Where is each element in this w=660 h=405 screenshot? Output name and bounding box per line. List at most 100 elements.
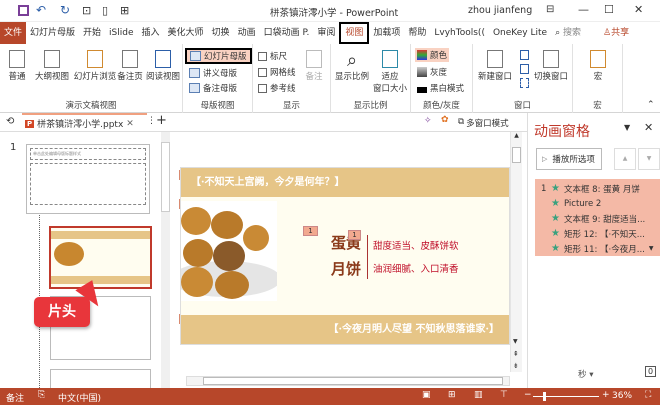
minimize-button[interactable]: — [578, 3, 589, 16]
tab-slide-master[interactable]: 幻灯片母版 [26, 22, 79, 44]
move-down-button[interactable]: ▼ [638, 148, 660, 170]
reading-view-status-icon[interactable]: ▥ [474, 390, 483, 400]
outline-view-button[interactable]: 大纲视图 [32, 50, 72, 82]
tab-home[interactable]: 开始 [79, 22, 105, 44]
prev-slide-icon[interactable]: ⇞ [513, 350, 519, 358]
pin-icon[interactable]: ✧ [424, 116, 432, 126]
tab-history-icon[interactable]: ⟲ [6, 116, 14, 127]
seconds-dropdown[interactable]: 秒 ▾ [578, 368, 593, 380]
animation-item[interactable]: ★ 文本框 9: 甜度适当... [541, 211, 660, 226]
mooncake-picture[interactable] [181, 201, 277, 301]
search-box[interactable]: ⌕ 搜索 [551, 22, 585, 44]
macros-button[interactable]: 宏 [583, 50, 613, 82]
tab-transitions[interactable]: 切换 [208, 22, 234, 44]
notes-page-button[interactable]: 备注页 [116, 50, 144, 82]
slideshow-status-icon[interactable]: ⊤ [500, 390, 508, 400]
animation-item[interactable]: ★ Picture 2 [541, 196, 660, 211]
play-selected-button[interactable]: ▷ 播放所选项 [536, 148, 602, 170]
slide-master-button[interactable]: 幻灯片母版 [185, 48, 252, 64]
tab-insert[interactable]: 插入 [138, 22, 164, 44]
tab-addins[interactable]: 加载项 [369, 22, 404, 44]
dropdown-arrow-icon[interactable]: ▼ [649, 245, 654, 252]
notes-toggle[interactable]: 备注 [6, 391, 24, 404]
fit-to-window-button[interactable]: 适应 窗口大小 [371, 50, 409, 94]
scroll-up-icon[interactable]: ▲ [511, 132, 522, 139]
slide-text-line2[interactable]: 油润细腻、入口清香 [373, 261, 459, 275]
zoom-slider[interactable] [533, 392, 599, 401]
tab-review[interactable]: 审阅 [313, 22, 339, 44]
scroll-thumb[interactable] [512, 147, 521, 163]
tab-meihua[interactable]: 美化大师 [164, 22, 208, 44]
tab-lvyhtools[interactable]: LvyhTools(( [430, 22, 489, 44]
new-tab-icon[interactable]: + [156, 113, 167, 128]
slide-sorter-button[interactable]: 幻灯片浏览 [72, 50, 118, 82]
timeline-scale[interactable]: 0 [645, 366, 657, 377]
tab-islide[interactable]: iSlide [105, 22, 137, 44]
handout-master-button[interactable]: 讲义母版 [189, 67, 237, 79]
tab-onekey[interactable]: OneKey Lite [489, 22, 551, 44]
cascade-icon[interactable] [520, 64, 529, 74]
normal-view-status-icon[interactable]: ▣ [422, 390, 431, 400]
tab-pocket-animation[interactable]: 口袋动画 P. [260, 22, 314, 44]
master-thumbnail[interactable]: 单击此处编辑母版标题样式 [26, 144, 150, 214]
animation-item[interactable]: ★ 矩形 11: 【·今夜月... ▼ [541, 241, 660, 256]
animation-item[interactable]: 1 ★ 文本框 8: 蛋黄 月饼 [541, 181, 660, 196]
zoom-out-button[interactable]: − [524, 390, 532, 400]
horizontal-scrollbar[interactable] [186, 376, 510, 386]
new-file-icon[interactable]: ▯ [102, 4, 108, 17]
grayscale-button[interactable]: 灰度 [417, 66, 447, 78]
tab-view[interactable]: 视图 [339, 22, 370, 44]
user-name[interactable]: zhou jianfeng [468, 5, 532, 16]
normal-view-button[interactable]: 普通 [4, 50, 30, 82]
move-split-icon[interactable] [520, 78, 529, 88]
thumb-scrollbar[interactable] [161, 132, 170, 388]
zoom-level[interactable]: 36% [612, 391, 632, 401]
document-tab[interactable]: P 栟茶镇浒澪小学.pptx ✕ [22, 113, 147, 132]
color-button[interactable]: 颜色 [415, 48, 450, 62]
slide-title-line2[interactable]: 月饼 [331, 258, 361, 279]
guides-checkbox[interactable]: 参考线 [258, 82, 296, 94]
slide-sorter-status-icon[interactable]: ⊞ [448, 390, 456, 400]
language-indicator[interactable]: 中文(中国) [58, 391, 101, 404]
redo-icon[interactable]: ↻ [60, 3, 70, 17]
next-slide-icon[interactable]: ⇟ [513, 362, 519, 370]
close-pane-icon[interactable]: ✕ [644, 121, 653, 134]
zoom-button[interactable]: ⌕ 显示比例 [333, 50, 371, 82]
magnifier-icon: ⌕ [346, 50, 358, 71]
zoom-in-button[interactable]: + [602, 390, 610, 400]
present-icon[interactable]: ⊞ [120, 4, 129, 17]
close-button[interactable]: ✕ [634, 3, 643, 16]
save-icon[interactable] [18, 5, 29, 16]
move-up-button[interactable]: ▲ [614, 148, 636, 170]
arrange-all-icon[interactable] [520, 50, 529, 60]
notes-button[interactable]: 备注 [301, 50, 327, 82]
ruler-checkbox[interactable]: 标尺 [258, 50, 287, 62]
accessibility-icon[interactable]: ⎘ [38, 390, 45, 400]
start-slideshow-icon[interactable]: ⊡ [82, 4, 91, 17]
tab-help[interactable]: 帮助 [404, 22, 430, 44]
pane-options-icon[interactable]: ▼ [624, 123, 630, 132]
tab-file[interactable]: 文件 [0, 22, 27, 44]
close-tab-icon[interactable]: ✕ [126, 119, 134, 129]
slide-text-line1[interactable]: 甜度适当、皮酥饼软 [373, 238, 459, 252]
share-button[interactable]: ♙共享 [599, 22, 633, 44]
fit-slide-icon[interactable]: ⛶ [645, 390, 651, 400]
scroll-down-icon[interactable]: ▼ [513, 338, 518, 345]
undo-icon[interactable]: ↶ [36, 3, 46, 17]
tab-animations[interactable]: 动画 [234, 22, 260, 44]
settings-icon[interactable]: ✿ [441, 115, 449, 125]
switch-windows-button[interactable]: 切换窗口 [531, 50, 571, 82]
maximize-button[interactable]: ☐ [604, 3, 614, 16]
reading-view-button[interactable]: 阅读视图 [144, 50, 182, 82]
multi-window-button[interactable]: ⧉ 多窗口模式 [458, 117, 509, 129]
layout-thumbnail-selected[interactable] [49, 226, 152, 289]
gridlines-checkbox[interactable]: 网格线 [258, 66, 296, 78]
notes-master-button[interactable]: 备注母版 [189, 82, 237, 94]
vertical-scrollbar[interactable]: ▲ [510, 132, 522, 372]
black-white-button[interactable]: 黑白模式 [417, 82, 464, 94]
new-window-button[interactable]: 新建窗口 [475, 50, 515, 82]
collapse-ribbon-icon[interactable]: ⌃ [647, 100, 655, 110]
tab-menu-icon[interactable]: ⋮ [147, 116, 156, 126]
animation-item[interactable]: ★ 矩形 12: 【·不知天... [541, 226, 660, 241]
ribbon-display-icon[interactable]: ⊟ [546, 4, 554, 15]
